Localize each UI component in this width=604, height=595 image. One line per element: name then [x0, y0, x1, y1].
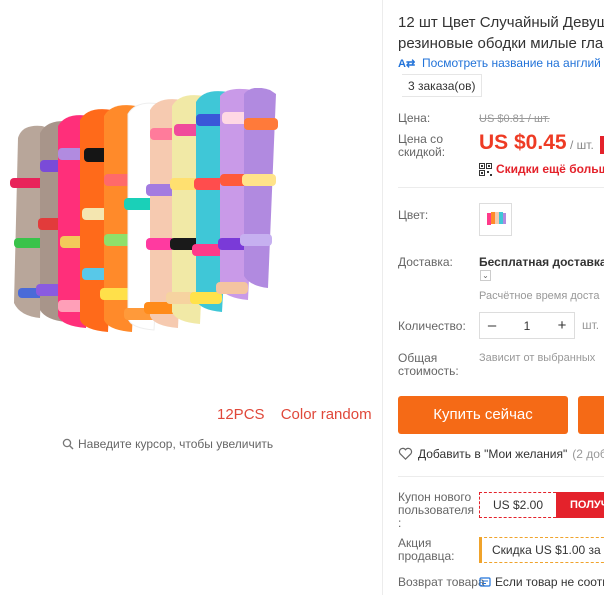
discount-price-label: Цена со скидкой: — [398, 132, 446, 159]
color-label: Цвет: — [398, 208, 429, 222]
quantity-decrease-button[interactable]: – — [480, 317, 504, 334]
seller-promo-badge[interactable]: Скидка US $1.00 за ка — [479, 537, 604, 563]
shipping-label: Доставка: — [398, 255, 453, 269]
get-coupon-button[interactable]: ПОЛУЧ — [556, 492, 604, 518]
heart-icon — [398, 447, 413, 460]
color-thumbnail — [487, 212, 506, 225]
app-discount-link[interactable]: Скидки ещё больше — [479, 162, 604, 176]
product-title: 12 шт Цвет Случайный Девушк резиновые об… — [398, 12, 604, 54]
qr-code-icon — [479, 162, 492, 176]
shipping-method[interactable]: Бесплатная доставка — [479, 255, 604, 269]
app-discount-text: Скидки ещё больше — [496, 162, 604, 176]
shield-icon — [479, 577, 491, 587]
caption-color: Color random — [280, 406, 372, 423]
product-title-line2: резиновые ободки милые глав — [398, 35, 604, 52]
total-price-label: Общая стоимость: — [398, 351, 459, 378]
translate-title-link[interactable]: A⇄ Посмотреть название на англий — [398, 56, 601, 70]
orders-badge: 3 заказа(ов) — [398, 74, 483, 97]
magnifier-icon — [62, 438, 74, 450]
price-unit: / шт. — [570, 138, 594, 152]
price-label: Цена: — [398, 111, 431, 125]
quantity-stepper: – 1 + — [479, 312, 575, 339]
hair-tie-ring — [240, 88, 278, 288]
quantity-input[interactable]: 1 — [504, 319, 550, 333]
product-title-line1: 12 шт Цвет Случайный Девушк — [398, 14, 604, 31]
price-flag — [600, 136, 604, 154]
translate-icon: A⇄ — [398, 57, 416, 70]
image-caption: 12PCS Color random — [217, 406, 372, 423]
total-price-value: Зависит от выбранных — [479, 352, 596, 364]
section-divider — [398, 476, 604, 477]
add-to-wishlist-link[interactable]: Добавить в "Мои желания" (2 доба — [398, 446, 604, 461]
seller-promo-label: Акция продавца: — [398, 536, 455, 563]
column-divider — [382, 0, 383, 595]
original-price: US $0.81 / шт. — [479, 113, 550, 125]
wishlist-count: (2 доба — [572, 446, 604, 461]
color-swatch[interactable] — [479, 203, 512, 236]
new-user-coupon-label: Купон нового пользователя : — [398, 490, 474, 530]
return-policy[interactable]: Если товар не соотве — [479, 575, 604, 589]
discount-price: US $0.45 — [479, 131, 567, 154]
add-to-cart-button[interactable] — [578, 396, 604, 434]
section-divider — [398, 187, 604, 188]
return-label: Возврат товара — [398, 575, 485, 589]
new-user-coupon: US $2.00 ПОЛУЧ — [479, 492, 604, 518]
coupon-amount: US $2.00 — [479, 492, 556, 518]
zoom-hint: Наведите курсор, чтобы увеличить — [62, 437, 273, 451]
caption-count: 12PCS — [217, 406, 265, 423]
translate-link-text: Посмотреть название на англий — [422, 56, 601, 70]
quantity-increase-button[interactable]: + — [550, 317, 574, 334]
wishlist-text: Добавить в "Мои желания" — [418, 446, 568, 461]
quantity-unit: шт. — [582, 318, 600, 332]
buy-now-button[interactable]: Купить сейчас — [398, 396, 568, 434]
product-photo[interactable] — [0, 88, 320, 338]
return-policy-text: Если товар не соотве — [495, 575, 604, 589]
chevron-down-icon[interactable]: ⌄ — [480, 270, 491, 281]
product-info-panel: 12 шт Цвет Случайный Девушк резиновые об… — [398, 0, 604, 595]
zoom-hint-text: Наведите курсор, чтобы увеличить — [78, 437, 274, 451]
image-gallery: 12PCS Color random Наведите курсор, чтоб… — [0, 0, 382, 595]
quantity-label: Количество: — [398, 319, 466, 333]
shipping-estimate: Расчётное время доста — [479, 290, 600, 302]
